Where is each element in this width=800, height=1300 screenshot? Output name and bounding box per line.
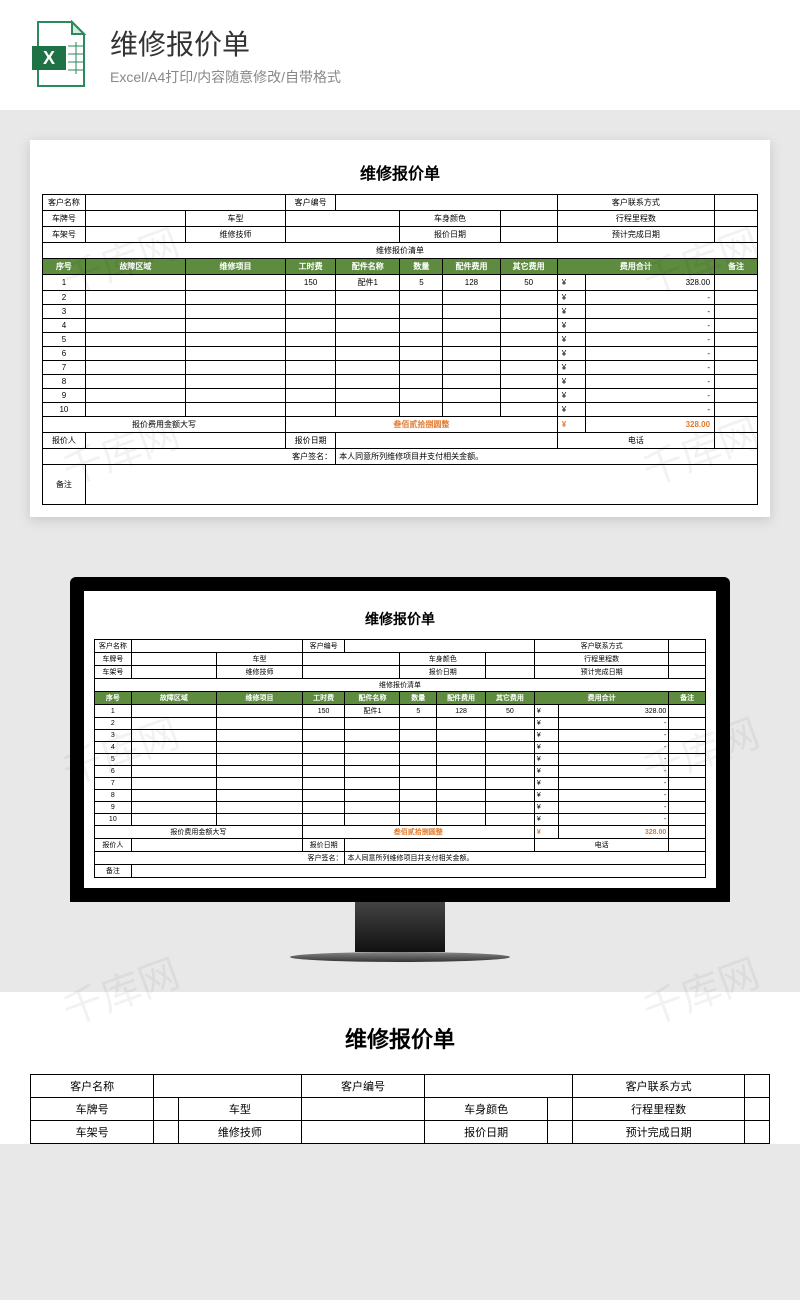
- table-row: 10 ¥-: [95, 814, 706, 826]
- table-row: 6 ¥-: [95, 766, 706, 778]
- label-plate: 车牌号: [43, 211, 86, 227]
- label-technician: 维修技师: [178, 1121, 301, 1144]
- label-mileage: 行程里程数: [557, 211, 714, 227]
- label-mileage: 行程里程数: [572, 1098, 744, 1121]
- list-title: 维修报价清单: [95, 679, 706, 692]
- label-color: 车身颜色: [425, 1098, 548, 1121]
- label-customer-no: 客户编号: [302, 640, 345, 653]
- table-row: 6 ¥-: [43, 347, 758, 361]
- label-est-complete: 预计完成日期: [534, 666, 668, 679]
- info-table-partial: 客户名称 客户编号 客户联系方式 车牌号 车型 车身颜色 行程里程数 车架号 维…: [30, 1074, 770, 1144]
- label-remark: 备注: [95, 865, 132, 878]
- total-row: 报价费用金额大写叁佰贰拾捌圆整¥328.00: [95, 826, 706, 839]
- svg-text:X: X: [43, 48, 55, 68]
- table-row: 7 ¥-: [95, 778, 706, 790]
- document-title: 维修报价单: [30, 1012, 770, 1074]
- label-model: 车型: [178, 1098, 301, 1121]
- table-row: 3 ¥-: [95, 730, 706, 742]
- label-phone: 电话: [557, 433, 714, 449]
- table-row: 9 ¥-: [43, 389, 758, 403]
- label-quoter: 报价人: [95, 839, 132, 852]
- monitor-mockup: 维修报价单 客户名称客户编号客户联系方式 车牌号车型车身颜色行程里程数 车架号维…: [30, 577, 770, 962]
- label-plate: 车牌号: [95, 653, 132, 666]
- quote-table: 客户名称客户编号客户联系方式 车牌号车型车身颜色行程里程数 车架号维修技师报价日…: [42, 194, 758, 505]
- label-customer-no: 客户编号: [286, 195, 336, 211]
- label-color: 车身颜色: [400, 211, 500, 227]
- label-customer-name: 客户名称: [31, 1075, 154, 1098]
- table-row: 1 150配件15 12850 ¥328.00: [43, 275, 758, 291]
- label-customer-name: 客户名称: [95, 640, 132, 653]
- sign-note: 本人同意所列维修项目并支付相关金额。: [345, 852, 706, 865]
- label-model: 车型: [217, 653, 303, 666]
- table-row: 8 ¥-: [95, 790, 706, 802]
- label-color: 车身颜色: [400, 653, 486, 666]
- label-vin: 车架号: [31, 1121, 154, 1144]
- label-quote-date: 报价日期: [425, 1121, 548, 1144]
- label-quote-date: 报价日期: [400, 227, 500, 243]
- table-row: 2 ¥-: [95, 718, 706, 730]
- page-subtitle: Excel/A4打印/内容随意修改/自带格式: [110, 67, 341, 87]
- label-technician: 维修技师: [185, 227, 285, 243]
- label-remark: 备注: [43, 465, 86, 505]
- table-row: 8 ¥-: [43, 375, 758, 389]
- table-row: 1 150配件15 12850 ¥328.00: [95, 705, 706, 718]
- label-est-complete: 预计完成日期: [572, 1121, 744, 1144]
- table-row: 10 ¥-: [43, 403, 758, 417]
- table-row: 3 ¥-: [43, 305, 758, 319]
- document-title: 维修报价单: [42, 152, 758, 194]
- label-vin: 车架号: [95, 666, 132, 679]
- label-phone: 电话: [534, 839, 668, 852]
- total-row: 报价费用金额大写叁佰贰拾捌圆整¥328.00: [43, 417, 758, 433]
- table-row: 9 ¥-: [95, 802, 706, 814]
- bottom-partial-preview: 维修报价单 客户名称 客户编号 客户联系方式 车牌号 车型 车身颜色 行程里程数…: [0, 992, 800, 1144]
- table-row: 7 ¥-: [43, 361, 758, 375]
- preview-card: 维修报价单 客户名称客户编号客户联系方式 车牌号车型车身颜色行程里程数 车架号维…: [30, 140, 770, 517]
- header-bar: X 维修报价单 Excel/A4打印/内容随意修改/自带格式: [0, 0, 800, 110]
- label-quoter: 报价人: [43, 433, 86, 449]
- table-row: 4 ¥-: [43, 319, 758, 333]
- label-quote-date: 报价日期: [400, 666, 486, 679]
- label-mileage: 行程里程数: [534, 653, 668, 666]
- table-row: 2 ¥-: [43, 291, 758, 305]
- column-header-row: 序号故障区域维修项目工时费配件名称数量配件费用其它费用费用合计备注: [43, 259, 758, 275]
- sign-label: 客户签名：: [95, 852, 345, 865]
- label-quote-date-2: 报价日期: [286, 433, 336, 449]
- label-customer-no: 客户编号: [301, 1075, 424, 1098]
- sign-note: 本人同意所列维修项目并支付相关金额。: [336, 449, 758, 465]
- label-plate: 车牌号: [31, 1098, 154, 1121]
- label-customer-contact: 客户联系方式: [557, 195, 714, 211]
- excel-file-icon: X: [30, 20, 90, 90]
- label-quote-date-2: 报价日期: [302, 839, 345, 852]
- label-model: 车型: [185, 211, 285, 227]
- table-row: 4 ¥-: [95, 742, 706, 754]
- table-row: 5 ¥-: [43, 333, 758, 347]
- label-customer-contact: 客户联系方式: [534, 640, 668, 653]
- document-title: 维修报价单: [94, 601, 706, 639]
- label-customer-contact: 客户联系方式: [572, 1075, 744, 1098]
- column-header-row: 序号故障区域维修项目工时费配件名称数量配件费用其它费用费用合计备注: [95, 692, 706, 705]
- quote-table: 客户名称客户编号客户联系方式 车牌号车型车身颜色行程里程数 车架号维修技师报价日…: [94, 639, 706, 878]
- table-row: 5 ¥-: [95, 754, 706, 766]
- page-title: 维修报价单: [110, 23, 341, 63]
- sign-label: 客户签名：: [43, 449, 336, 465]
- label-vin: 车架号: [43, 227, 86, 243]
- label-est-complete: 预计完成日期: [557, 227, 714, 243]
- label-technician: 维修技师: [217, 666, 303, 679]
- label-customer-name: 客户名称: [43, 195, 86, 211]
- list-title: 维修报价清单: [43, 243, 758, 259]
